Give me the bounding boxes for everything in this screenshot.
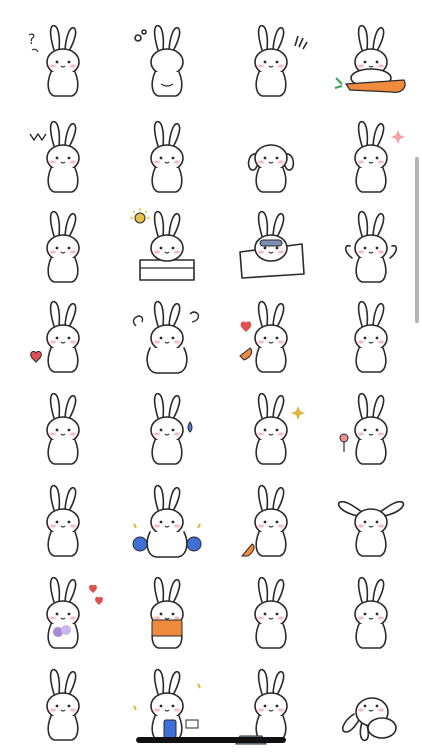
sticker-bunny-love-carrot[interactable]: [218, 290, 323, 384]
sticker-bunny-orange-book[interactable]: [114, 566, 219, 660]
bunny-love-carrot-icon: [239, 300, 288, 373]
sticker-bunny-back-bubbles[interactable]: [114, 14, 219, 108]
sticker-bunny-wink[interactable]: [318, 290, 422, 384]
bunny-in-bed-sun-icon: [130, 208, 195, 281]
bunny-phone-icon: [133, 668, 201, 741]
bunny-floppy-ears-icon: [247, 144, 295, 193]
bunny-dizzy-icon: [354, 576, 388, 649]
sticker-bunny-heart[interactable]: [10, 290, 115, 384]
sticker-bunny-pink-ear[interactable]: [318, 382, 422, 476]
sticker-bunny-carrot-side[interactable]: [218, 474, 323, 568]
bunny-lying-ears-icon: [337, 500, 405, 557]
sticker-bunny-pillow-mask[interactable]: [218, 200, 323, 294]
bunny-on-carrot-icon: [334, 24, 406, 93]
sticker-bunny-sparkle[interactable]: [318, 110, 422, 204]
bunny-pillow-mask-icon: [239, 210, 305, 279]
bunny-shy-icon: [254, 576, 288, 649]
sticker-bunny-lying-ears[interactable]: [318, 474, 422, 568]
bunny-carrot-side-icon: [240, 484, 288, 557]
bunny-thinking-icon: [254, 392, 305, 465]
bunny-crown-icon: [29, 120, 80, 193]
sticker-grid: ?: [0, 0, 422, 750]
sticker-bunny-steam[interactable]: [114, 290, 219, 384]
sticker-bunny-thinking[interactable]: [218, 382, 323, 476]
sticker-bunny-dizzy[interactable]: [318, 566, 422, 660]
sticker-bunny-question[interactable]: ?: [10, 14, 115, 108]
bunny-laptop-icon: [235, 668, 288, 745]
sticker-bunny-sweat[interactable]: [114, 382, 219, 476]
bunny-sparkle-icon: [354, 120, 405, 193]
bunny-crouch-icon: [46, 668, 80, 741]
bunny-exclaim-icon: [254, 24, 308, 97]
bunny-pink-ear-icon: [339, 392, 388, 465]
svg-text:?: ?: [28, 32, 35, 48]
bunny-steam-icon: [132, 300, 200, 374]
bunny-back-bubbles-icon: [134, 24, 184, 97]
sticker-bunny-sitting[interactable]: [10, 200, 115, 294]
sticker-bunny-rolling[interactable]: [318, 658, 422, 752]
sticker-bunny-pompoms[interactable]: [114, 474, 219, 568]
bunny-peek-icon: [46, 392, 80, 465]
bunny-waving-icon: [344, 210, 398, 283]
bunny-bouquet-icon: [46, 576, 103, 649]
bunny-sweat-icon: [150, 392, 193, 465]
bunny-sitting-icon: [46, 210, 80, 283]
sticker-bunny-bouquet[interactable]: [10, 566, 115, 660]
sticker-bunny-on-carrot[interactable]: [318, 14, 422, 108]
bunny-pompoms-icon: [132, 484, 202, 558]
bunny-orange-book-icon: [150, 576, 184, 649]
sticker-bunny-waving[interactable]: [318, 200, 422, 294]
sticker-bunny-sly[interactable]: [10, 474, 115, 568]
sticker-bunny-shy[interactable]: [218, 566, 323, 660]
sticker-bunny-crown[interactable]: [10, 110, 115, 204]
sticker-bunny-peek[interactable]: [10, 382, 115, 476]
scrollbar[interactable]: [415, 157, 419, 323]
sticker-bunny-in-bed-sun[interactable]: [114, 200, 219, 294]
bunny-wink-icon: [354, 300, 388, 373]
home-indicator[interactable]: [136, 737, 286, 743]
bunny-question-icon: ?: [28, 24, 80, 97]
bunny-standing-icon: [150, 120, 184, 193]
bunny-rolling-icon: [341, 697, 397, 742]
sticker-bunny-exclaim[interactable]: [218, 14, 323, 108]
bunny-sly-icon: [46, 484, 80, 557]
sticker-bunny-standing[interactable]: [114, 110, 219, 204]
bunny-heart-icon: [30, 300, 80, 373]
sticker-bunny-crouch[interactable]: [10, 658, 115, 752]
sticker-bunny-floppy-ears[interactable]: [218, 110, 323, 204]
